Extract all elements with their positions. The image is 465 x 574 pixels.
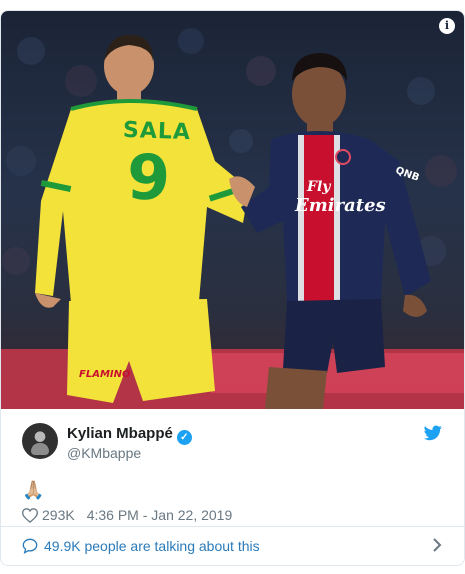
left-player (35, 34, 249, 403)
speech-bubble-icon (22, 538, 38, 554)
verified-badge-icon: ✓ (176, 430, 192, 445)
tweet-body: Kylian Mbappé ✓ @KMbappe 🙏🏼 293K 4:36 PM … (1, 409, 464, 527)
left-shorts-sponsor: FLAMINO (79, 369, 131, 380)
info-icon[interactable]: i (439, 18, 455, 34)
right-shirt-sponsor-1: Fly (307, 179, 331, 195)
heart-icon[interactable] (22, 507, 38, 523)
author-name-text: Kylian Mbappé (67, 425, 173, 442)
tweet-meta: 293K 4:36 PM - Jan 22, 2019 (22, 507, 232, 523)
left-shirt-number: 9 (125, 140, 172, 215)
twitter-bird-icon[interactable] (424, 425, 442, 441)
author-name[interactable]: Kylian Mbappé ✓ (67, 425, 192, 445)
chevron-right-icon (433, 538, 442, 552)
conversation-link[interactable]: 49.9K people are talking about this (1, 527, 464, 565)
embedded-tweet-card: SALA 9 FLAMINO Fly Emirates QNB i Kylian… (0, 10, 465, 566)
tweet-timestamp[interactable]: 4:36 PM - Jan 22, 2019 (87, 507, 233, 523)
talking-text: 49.9K people are talking about this (44, 538, 260, 554)
photo-illustration (1, 28, 464, 409)
tweet-photo[interactable]: SALA 9 FLAMINO Fly Emirates QNB i (1, 11, 464, 409)
tweet-text: 🙏🏼 (22, 480, 45, 500)
author-avatar[interactable] (22, 423, 58, 459)
author-handle[interactable]: @KMbappe (67, 445, 141, 461)
right-shirt-sponsor-2: Emirates (295, 195, 386, 216)
like-count[interactable]: 293K (42, 507, 75, 523)
